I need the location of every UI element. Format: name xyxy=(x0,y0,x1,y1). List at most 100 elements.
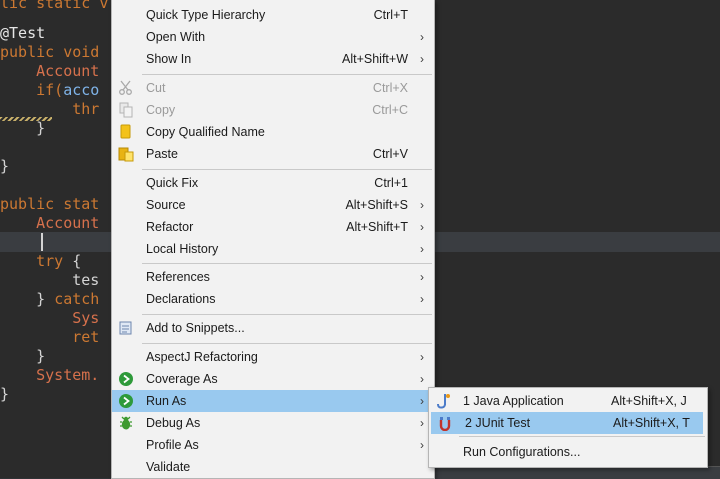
menu-separator xyxy=(459,436,705,437)
menu-item-shortcut: Alt+Shift+W xyxy=(342,52,408,66)
run-icon xyxy=(118,393,134,409)
menu-item-references[interactable]: References › xyxy=(112,266,434,288)
editor-context-menu: Quick Type Hierarchy Ctrl+T Open With › Show… xyxy=(111,0,435,479)
menu-item-label: Validate xyxy=(146,460,191,474)
menu-item-shortcut: Ctrl+V xyxy=(372,147,408,161)
menu-item-label: References xyxy=(146,270,210,284)
menu-item-label: Coverage As xyxy=(146,372,218,386)
code-line: public void xyxy=(0,43,99,62)
menu-item-copy[interactable]: Copy Ctrl+C xyxy=(112,99,434,121)
code-token: public void xyxy=(0,43,100,61)
code-token: tes xyxy=(72,271,100,289)
code-token: acco xyxy=(63,81,100,99)
submenu-item-shortcut: Alt+Shift+X, J xyxy=(611,394,687,408)
code-line: } catch xyxy=(0,290,99,309)
chevron-right-icon: › xyxy=(420,52,424,66)
snippets-icon xyxy=(118,320,134,336)
menu-item-label: Profile As xyxy=(146,438,199,452)
chevron-right-icon: › xyxy=(420,242,424,256)
menu-item-label: Copy Qualified Name xyxy=(146,125,265,139)
menu-item-run-as[interactable]: Run As › xyxy=(112,390,434,412)
code-line: tes xyxy=(0,271,99,290)
menu-separator xyxy=(142,314,432,315)
menu-item-shortcut: Alt+Shift+T xyxy=(346,220,408,234)
menu-item-label: AspectJ Refactoring xyxy=(146,350,258,364)
menu-item-validate[interactable]: Validate xyxy=(112,456,434,478)
menu-item-local-history[interactable]: Local History › xyxy=(112,238,434,260)
menu-item-label: Run As xyxy=(146,394,187,408)
menu-item-show-in[interactable]: Show In Alt+Shift+W › xyxy=(112,48,434,70)
code-line: } xyxy=(0,157,9,176)
chevron-right-icon: › xyxy=(420,372,424,386)
menu-item-aspectj-refactoring[interactable]: AspectJ Refactoring › xyxy=(112,346,434,368)
menu-item-coverage-as[interactable]: Coverage As › xyxy=(112,368,434,390)
menu-item-quick-fix[interactable]: Quick Fix Ctrl+1 xyxy=(112,172,434,194)
code-token: Account xyxy=(36,62,100,80)
code-line: @Test xyxy=(0,24,45,43)
submenu-item-2-junit-test[interactable]: 2 JUnit Test Alt+Shift+X, T xyxy=(431,412,703,434)
submenu-item-1-java-application[interactable]: 1 Java Application Alt+Shift+X, J xyxy=(429,390,707,412)
menu-item-debug-as[interactable]: Debug As › xyxy=(112,412,434,434)
menu-item-paste[interactable]: Paste Ctrl+V xyxy=(112,143,434,165)
code-line: System. xyxy=(0,366,99,385)
cut-icon xyxy=(118,80,134,96)
chevron-right-icon: › xyxy=(420,220,424,234)
menu-separator xyxy=(142,74,432,75)
menu-item-refactor[interactable]: Refactor Alt+Shift+T › xyxy=(112,216,434,238)
copy-qualified-name-icon xyxy=(118,124,134,140)
code-line: ret xyxy=(0,328,99,347)
menu-item-label: Show In xyxy=(146,52,192,66)
menu-item-open-with[interactable]: Open With › xyxy=(112,26,434,48)
chevron-right-icon: › xyxy=(420,270,424,284)
warning-squiggle xyxy=(0,117,52,121)
submenu-item-label: 1 Java Application xyxy=(463,394,564,408)
submenu-item-label: Run Configurations... xyxy=(463,445,581,459)
code-token: } xyxy=(0,290,55,308)
menu-item-cut[interactable]: Cut Ctrl+X xyxy=(112,77,434,99)
menu-item-shortcut: Ctrl+T xyxy=(373,8,408,22)
menu-item-add-to-snippets[interactable]: Add to Snippets... xyxy=(112,317,434,339)
chevron-right-icon: › xyxy=(420,438,424,452)
text-caret xyxy=(41,233,43,251)
menu-item-quick-type-hierarchy[interactable]: Quick Type Hierarchy Ctrl+T xyxy=(112,4,434,26)
code-token: ret xyxy=(72,328,100,346)
menu-item-label: Paste xyxy=(146,147,178,161)
code-token: { xyxy=(63,252,82,270)
paste-icon xyxy=(118,146,134,162)
menu-item-profile-as[interactable]: Profile As › xyxy=(112,434,434,456)
copy-icon xyxy=(118,102,134,118)
chevron-right-icon: › xyxy=(420,416,424,430)
menu-item-declarations[interactable]: Declarations › xyxy=(112,288,434,310)
submenu-item-run-configurations[interactable]: Run Configurations... xyxy=(429,441,707,463)
menu-item-copy-qualified-name[interactable]: Copy Qualified Name xyxy=(112,121,434,143)
menu-item-label: Cut xyxy=(146,81,166,95)
code-line: } xyxy=(0,347,45,366)
code-line: Sys xyxy=(0,309,99,328)
menu-item-label: Copy xyxy=(146,103,176,117)
java-application-icon xyxy=(435,393,451,409)
code-token: lic static v xyxy=(0,0,109,12)
menu-item-source[interactable]: Source Alt+Shift+S › xyxy=(112,194,434,216)
code-token: catch xyxy=(54,290,100,308)
menu-item-label: Declarations xyxy=(146,292,216,306)
code-token: } xyxy=(0,385,10,403)
menu-item-shortcut: Ctrl+1 xyxy=(374,176,408,190)
coverage-icon xyxy=(118,371,134,387)
code-line: } xyxy=(0,385,9,404)
code-line: if(acco xyxy=(0,81,99,100)
chevron-right-icon: › xyxy=(420,394,424,408)
code-token: @Test xyxy=(0,24,46,42)
menu-separator xyxy=(142,169,432,170)
menu-item-label: Quick Type Hierarchy xyxy=(146,8,266,22)
menu-separator xyxy=(142,343,432,344)
code-token: try xyxy=(36,252,64,270)
code-line: Account xyxy=(0,62,99,81)
